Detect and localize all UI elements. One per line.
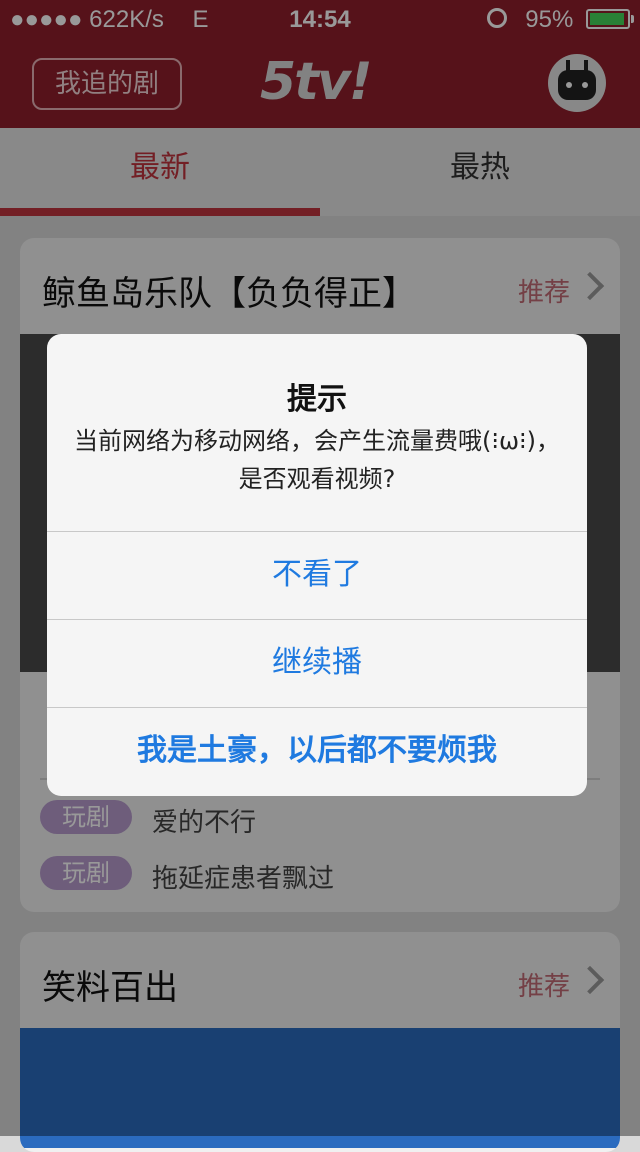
alert-message: 当前网络为移动网络，会产生流量费哦(⁝ω⁝)，是否观看视频? <box>73 427 561 493</box>
network-alert-dialog: 提示 当前网络为移动网络，会产生流量费哦(⁝ω⁝)，是否观看视频? 不看了 继续… <box>47 334 587 796</box>
alert-title: 提示 <box>287 382 347 417</box>
dont-watch-button[interactable]: 不看了 <box>47 532 587 618</box>
never-ask-again-button[interactable]: 我是土豪，以后都不要烦我 <box>47 708 587 794</box>
continue-play-button[interactable]: 继续播 <box>47 620 587 706</box>
